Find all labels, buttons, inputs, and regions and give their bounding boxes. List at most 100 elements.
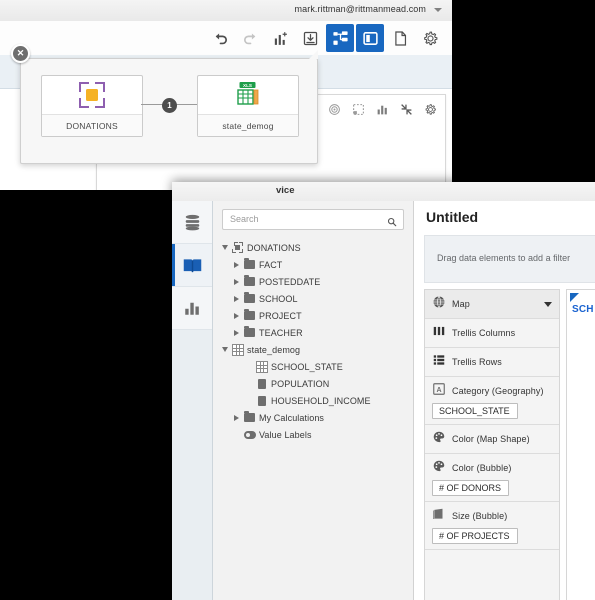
shelf-pill[interactable]: # OF PROJECTS — [432, 528, 518, 544]
collapse-arrows-icon[interactable] — [400, 103, 413, 116]
tree-item[interactable]: TEACHER — [213, 324, 413, 341]
chevron-right-icon[interactable] — [234, 261, 239, 268]
save-down-icon — [303, 31, 317, 45]
target-icon[interactable] — [328, 103, 341, 116]
palette-icon — [433, 460, 445, 471]
tree-twisty[interactable] — [219, 347, 230, 352]
tree-item[interactable]: POSTEDDATE — [213, 273, 413, 290]
data-elements-panel: Search DONATIONS FACT POSTEDDATE SCHOOL PROJ… — [213, 201, 414, 600]
dataset-node-donations[interactable]: DONATIONS — [41, 75, 143, 137]
tree-item[interactable]: FACT — [213, 256, 413, 273]
tree-item-label: POSTEDDATE — [259, 276, 321, 287]
chevron-right-icon[interactable] — [234, 295, 239, 302]
bar-chart-icon[interactable] — [376, 103, 389, 116]
tree-twisty[interactable] — [231, 261, 242, 268]
chevron-down-icon[interactable] — [221, 347, 228, 352]
tree-item-label: POPULATION — [271, 378, 330, 389]
attribute-a-icon: A — [433, 382, 445, 395]
rail-item-data-elements[interactable] — [172, 244, 212, 287]
rail-item-data-sources[interactable] — [172, 201, 212, 244]
dataset-node-state-demog[interactable]: XLS state_demog — [197, 75, 299, 137]
save-button[interactable] — [296, 24, 324, 52]
shelf-icon — [432, 324, 446, 343]
search-icon[interactable] — [387, 214, 397, 232]
folder-icon — [244, 308, 255, 320]
shelf-color-map-shape[interactable]: Color (Map Shape) — [425, 425, 559, 454]
book-icon — [183, 258, 201, 272]
tree-item-label: TEACHER — [259, 327, 303, 338]
tree-twisty[interactable] — [231, 329, 242, 336]
visualization-preview[interactable]: SCH — [566, 289, 595, 600]
redo-button[interactable] — [236, 24, 264, 52]
value-labels-icon — [243, 430, 256, 439]
chevron-right-icon[interactable] — [234, 329, 239, 336]
shelf-label: Color (Bubble) — [452, 463, 512, 473]
shelf-category-geography[interactable]: A Category (Geography) SCHOOL_STATE — [425, 377, 559, 425]
shelf-icon — [432, 295, 446, 314]
chevron-down-icon[interactable] — [221, 245, 228, 250]
tree-item[interactable]: My Calculations — [213, 409, 413, 426]
shelf-trellis-rows[interactable]: Trellis Rows — [425, 348, 559, 377]
tree-item-icon — [242, 325, 257, 337]
new-page-button[interactable] — [386, 24, 414, 52]
bar-chart-plus-icon — [274, 31, 287, 45]
shelf-pill[interactable]: SCHOOL_STATE — [432, 403, 518, 419]
account-email[interactable]: mark.rittman@rittmanmead.com — [295, 4, 426, 14]
table-grid-icon — [231, 343, 244, 356]
tree-twisty[interactable] — [231, 414, 242, 421]
settings-button[interactable] — [416, 24, 444, 52]
filter-drop-zone[interactable]: Drag data elements to add a filter — [424, 235, 595, 283]
tree-item[interactable]: PROJECT — [213, 307, 413, 324]
tree-item-icon — [242, 430, 257, 439]
shelf-viz-type[interactable]: Map — [425, 290, 559, 319]
tree-twisty[interactable] — [231, 278, 242, 285]
tree-item-icon — [242, 291, 257, 303]
chevron-down-icon[interactable] — [434, 8, 442, 12]
database-stack-icon — [185, 214, 199, 230]
tree-item-icon — [254, 360, 269, 373]
join-count-badge[interactable]: 1 — [162, 98, 177, 113]
redo-icon — [243, 33, 255, 44]
tree-item-label: DONATIONS — [247, 242, 301, 253]
tree-item-icon — [242, 257, 257, 269]
tree-item[interactable]: SCHOOL_STATE — [213, 358, 413, 375]
shelf-size-bubble[interactable]: Size (Bubble) # OF PROJECTS — [425, 502, 559, 550]
tree-item-icon — [254, 395, 269, 406]
search-input[interactable]: Search — [222, 209, 404, 230]
tree-item[interactable]: POPULATION — [213, 375, 413, 392]
tree-twisty[interactable] — [219, 245, 230, 250]
layout-panel-button[interactable] — [356, 24, 384, 52]
tree-item-label: HOUSEHOLD_INCOME — [271, 395, 371, 406]
window-titlebar: vice — [172, 182, 595, 202]
shelf-trellis-columns[interactable]: Trellis Columns — [425, 319, 559, 348]
tree-item[interactable]: DONATIONS — [213, 239, 413, 256]
tree-item-icon — [230, 242, 245, 253]
tree-item[interactable]: Value Labels — [213, 426, 413, 443]
tree-item[interactable]: state_demog — [213, 341, 413, 358]
chevron-right-icon[interactable] — [234, 414, 239, 421]
chevron-right-icon[interactable] — [234, 278, 239, 285]
data-diagram-button[interactable] — [326, 24, 354, 52]
close-popup-button[interactable]: ✕ — [11, 44, 30, 63]
shelf-color-bubble[interactable]: Color (Bubble) # OF DONORS — [425, 454, 559, 502]
tree-item[interactable]: HOUSEHOLD_INCOME — [213, 392, 413, 409]
tree-item[interactable]: SCHOOL — [213, 290, 413, 307]
gear-icon[interactable] — [424, 103, 437, 116]
measure-icon — [257, 395, 266, 406]
shelf-label: Map — [452, 299, 470, 309]
dashed-select-icon[interactable] — [352, 103, 365, 116]
bar-chart-icon — [185, 302, 199, 315]
chevron-down-icon[interactable] — [544, 301, 552, 307]
dataset-node-label: DONATIONS — [42, 114, 142, 136]
undo-button[interactable] — [206, 24, 234, 52]
chevron-right-icon[interactable] — [234, 312, 239, 319]
tree-twisty[interactable] — [231, 312, 242, 319]
tree-twisty[interactable] — [231, 295, 242, 302]
add-visualization-button[interactable] — [266, 24, 294, 52]
shelf-icon — [432, 430, 446, 449]
preview-label: SCH — [572, 304, 594, 315]
visualization-shelves: Map Trellis Columns Trellis Rows A Category … — [424, 289, 560, 600]
tree-item-icon — [242, 308, 257, 320]
rail-item-visualizations[interactable] — [172, 287, 212, 330]
shelf-pill[interactable]: # OF DONORS — [432, 480, 510, 496]
